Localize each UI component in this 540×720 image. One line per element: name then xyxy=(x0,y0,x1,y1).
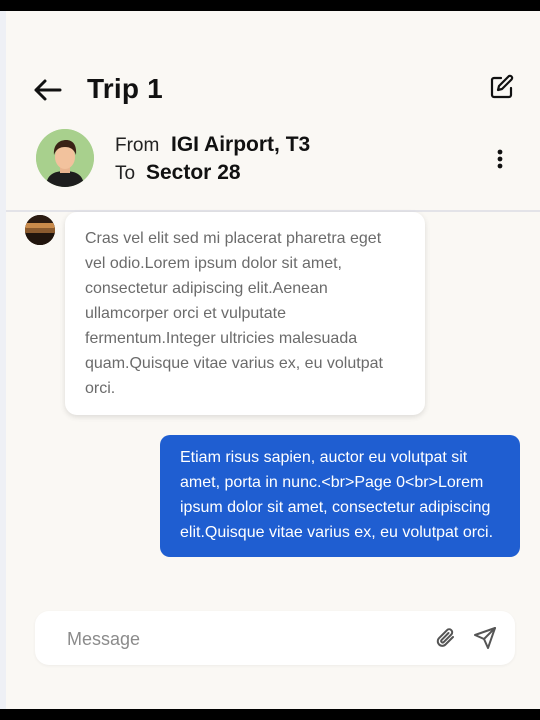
message-composer xyxy=(35,611,515,667)
back-button[interactable] xyxy=(30,73,64,107)
driver-avatar xyxy=(36,129,94,187)
sender-avatar xyxy=(25,215,55,245)
chat-header: Trip 1 From IGI Airport, T3 To Sector 28 xyxy=(0,11,540,211)
send-icon xyxy=(474,627,496,649)
edit-button[interactable] xyxy=(486,71,518,103)
arrow-left-icon xyxy=(34,79,62,101)
to-label: To xyxy=(115,163,136,184)
edit-icon xyxy=(490,74,514,99)
from-location: IGI Airport, T3 xyxy=(171,133,311,156)
more-vertical-icon xyxy=(497,149,503,169)
person-avatar-icon xyxy=(36,129,94,187)
bottom-bar xyxy=(0,709,540,720)
page-title: Trip 1 xyxy=(87,73,163,104)
top-status-bar xyxy=(0,0,540,11)
incoming-message-bubble: Cras vel elit sed mi placerat pharetra e… xyxy=(65,212,425,415)
to-location: Sector 28 xyxy=(146,161,241,184)
sender-photo-icon xyxy=(25,215,55,245)
message-input[interactable] xyxy=(65,611,419,667)
outgoing-message-bubble: Etiam risus sapien, auctor eu volutpat s… xyxy=(160,435,520,557)
route-to: To Sector 28 xyxy=(115,161,310,189)
more-options-button[interactable] xyxy=(489,146,511,172)
route-from: From IGI Airport, T3 xyxy=(115,133,310,161)
trip-route: From IGI Airport, T3 To Sector 28 xyxy=(115,133,310,189)
send-button[interactable] xyxy=(472,625,498,651)
paperclip-icon xyxy=(436,628,454,647)
attach-button[interactable] xyxy=(433,625,459,651)
from-label: From xyxy=(115,135,160,156)
